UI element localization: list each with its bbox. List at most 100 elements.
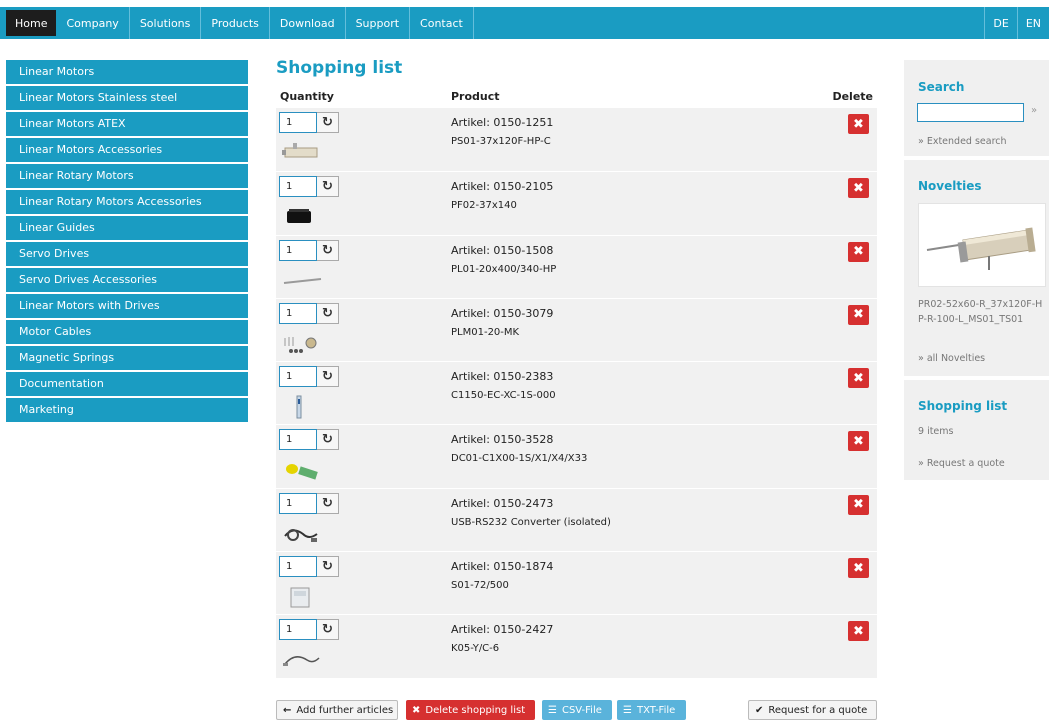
article-number: Artikel: 0150-2427 — [451, 623, 554, 637]
quantity-input[interactable]: 1 — [279, 556, 317, 578]
refresh-icon[interactable]: ↻ — [317, 619, 339, 641]
nav-support[interactable]: Support — [346, 7, 411, 39]
sidebar-item-documentation[interactable]: Documentation — [6, 372, 248, 396]
top-navigation: Home Company Solutions Products Download… — [0, 7, 1049, 39]
nav-home[interactable]: Home — [6, 10, 57, 36]
novelties-title: Novelties — [918, 179, 982, 193]
sidebar-item-linear-motors-accessories[interactable]: Linear Motors Accessories — [6, 138, 248, 162]
sidebar-item-servo-drives-accessories[interactable]: Servo Drives Accessories — [6, 268, 248, 292]
refresh-icon[interactable]: ↻ — [317, 429, 339, 451]
table-row: 1 ↻ Artikel: 0150-2473 USB-RS232 Converter … — [276, 487, 877, 552]
quantity-input[interactable]: 1 — [279, 176, 317, 198]
shopping-list-rows: 1 ↻ Artikel: 0150-1251 PS01-37x120F-HP-C ✖ 1 ↻… — [276, 108, 877, 678]
refresh-icon[interactable]: ↻ — [317, 176, 339, 198]
sidebar-item-marketing[interactable]: Marketing — [6, 398, 248, 422]
nav-products[interactable]: Products — [201, 7, 270, 39]
refresh-icon[interactable]: ↻ — [317, 239, 339, 261]
product-thumbnail[interactable] — [281, 522, 323, 546]
sidebar-item-linear-rotary-motors[interactable]: Linear Rotary Motors — [6, 164, 248, 188]
lang-en[interactable]: EN — [1016, 7, 1049, 39]
table-row: 1 ↻ Artikel: 0150-2427 K05-Y/C-6 ✖ — [276, 614, 877, 678]
product-thumbnail[interactable] — [281, 458, 323, 482]
novelty-product-image[interactable] — [918, 203, 1046, 287]
article-number: Artikel: 0150-2105 — [451, 180, 554, 194]
delete-icon[interactable]: ✖ — [848, 431, 869, 452]
quantity-input[interactable]: 1 — [279, 302, 317, 324]
table-row: 1 ↻ Artikel: 0150-3079 PLM01-20-MK ✖ — [276, 297, 877, 362]
nav-download[interactable]: Download — [270, 7, 346, 39]
delete-list-button[interactable]: ✖ Delete shopping list — [406, 700, 535, 720]
table-row: 1 ↻ Artikel: 0150-1251 PS01-37x120F-HP-C ✖ — [276, 108, 877, 172]
delete-icon[interactable]: ✖ — [848, 178, 869, 199]
product-name: S01-72/500 — [451, 580, 509, 592]
table-row: 1 ↻ Artikel: 0150-2383 C1150-EC-XC-1S-000 ✖ — [276, 361, 877, 425]
product-thumbnail[interactable] — [281, 269, 323, 293]
delete-icon[interactable]: ✖ — [848, 368, 869, 389]
product-name: C1150-EC-XC-1S-000 — [451, 390, 556, 402]
extended-search-link[interactable]: » Extended search — [918, 136, 1007, 147]
sidebar-item-magnetic-springs[interactable]: Magnetic Springs — [6, 346, 248, 370]
add-articles-button[interactable]: ← Add further articles — [276, 700, 398, 720]
all-novelties-link[interactable]: » all Novelties — [918, 353, 985, 364]
request-quote-link[interactable]: » Request a quote — [918, 458, 1005, 469]
shopping-list-main: Shopping list Quantity Product Delete 1 ↻… — [276, 58, 877, 678]
search-title: Search — [918, 80, 965, 94]
shopping-list-panel-title: Shopping list — [918, 399, 1008, 413]
delete-icon[interactable]: ✖ — [848, 494, 869, 515]
product-name: DC01-C1X00-1S/X1/X4/X33 — [451, 453, 588, 465]
refresh-icon[interactable]: ↻ — [317, 366, 339, 388]
lang-de[interactable]: DE — [984, 7, 1016, 39]
delete-icon[interactable]: ✖ — [848, 621, 869, 642]
txt-file-button[interactable]: ☰ TXT-File — [617, 700, 686, 720]
search-input[interactable] — [917, 103, 1024, 122]
list-icon: ☰ — [548, 704, 557, 716]
sidebar-item-linear-motors-stainless[interactable]: Linear Motors Stainless steel — [6, 86, 248, 110]
search-panel: Search » » Extended search — [904, 60, 1049, 156]
product-thumbnail[interactable] — [281, 395, 323, 419]
nav-company[interactable]: Company — [56, 7, 130, 39]
quantity-input[interactable]: 1 — [279, 619, 317, 641]
quantity-input[interactable]: 1 — [279, 239, 317, 261]
product-thumbnail[interactable] — [281, 585, 323, 609]
csv-file-button[interactable]: ☰ CSV-File — [542, 700, 612, 720]
sidebar-item-motors-with-drives[interactable]: Linear Motors with Drives — [6, 294, 248, 318]
quantity-input[interactable]: 1 — [279, 366, 317, 388]
request-quote-label: Request for a quote — [768, 704, 868, 716]
request-quote-button[interactable]: ✔ Request for a quote — [748, 700, 877, 720]
sidebar-item-motor-cables[interactable]: Motor Cables — [6, 320, 248, 344]
sidebar-item-linear-motors-atex[interactable]: Linear Motors ATEX — [6, 112, 248, 136]
page-title: Shopping list — [276, 58, 403, 78]
sidebar-item-servo-drives[interactable]: Servo Drives — [6, 242, 248, 266]
delete-icon[interactable]: ✖ — [848, 241, 869, 262]
product-thumbnail[interactable] — [281, 205, 323, 229]
refresh-icon[interactable]: ↻ — [317, 302, 339, 324]
product-name: PF02-37x140 — [451, 200, 517, 212]
product-name: PL01-20x400/340-HP — [451, 263, 557, 275]
article-number: Artikel: 0150-1251 — [451, 116, 554, 129]
sidebar-item-linear-rotary-accessories[interactable]: Linear Rotary Motors Accessories — [6, 190, 248, 214]
refresh-icon[interactable]: ↻ — [317, 556, 339, 578]
nav-contact[interactable]: Contact — [410, 7, 474, 39]
quantity-input[interactable]: 1 — [279, 492, 317, 514]
csv-file-label: CSV-File — [561, 704, 602, 716]
article-number: Artikel: 0150-1874 — [451, 560, 554, 574]
product-thumbnail[interactable] — [281, 141, 323, 165]
delete-icon[interactable]: ✖ — [848, 114, 869, 134]
sidebar-item-linear-guides[interactable]: Linear Guides — [6, 216, 248, 240]
refresh-icon[interactable]: ↻ — [317, 112, 339, 133]
quantity-input[interactable]: 1 — [279, 429, 317, 451]
novelties-panel: Novelties PR02-52x60-R_37x120F-HP-R-100-… — [904, 160, 1049, 376]
novelty-product-name[interactable]: PR02-52x60-R_37x120F-HP-R-100-L_MS01_TS0… — [918, 297, 1046, 327]
list-header: Quantity Product Delete — [276, 84, 877, 108]
search-submit[interactable]: » — [1031, 105, 1037, 116]
product-thumbnail[interactable] — [281, 648, 323, 672]
table-row: 1 ↻ Artikel: 0150-2105 PF02-37x140 ✖ — [276, 171, 877, 235]
header-quantity: Quantity — [280, 89, 334, 103]
quantity-input[interactable]: 1 — [279, 112, 317, 133]
sidebar-item-linear-motors[interactable]: Linear Motors — [6, 60, 248, 84]
refresh-icon[interactable]: ↻ — [317, 492, 339, 514]
delete-icon[interactable]: ✖ — [848, 558, 869, 579]
nav-solutions[interactable]: Solutions — [130, 7, 202, 39]
delete-icon[interactable]: ✖ — [848, 304, 869, 325]
product-thumbnail[interactable] — [281, 332, 323, 356]
